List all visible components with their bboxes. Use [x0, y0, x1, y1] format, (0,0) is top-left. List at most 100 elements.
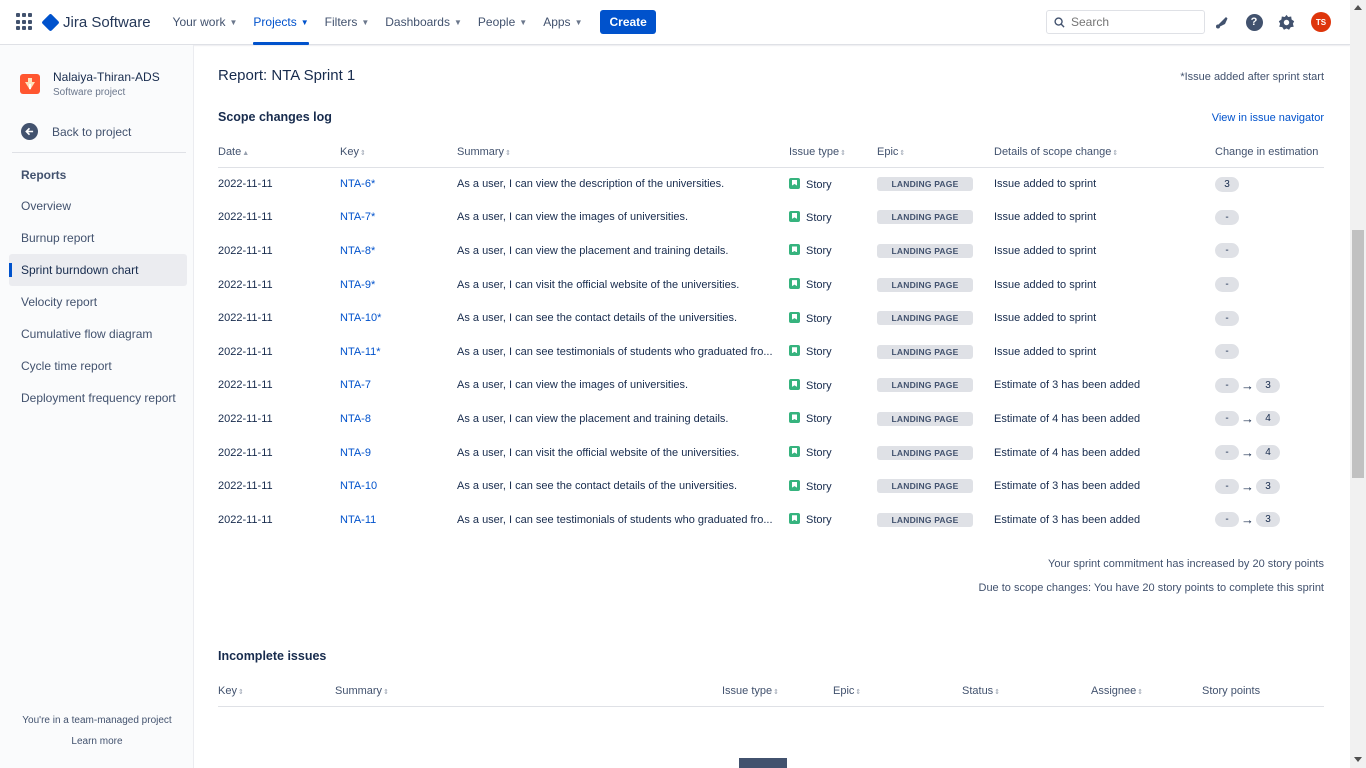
column-label: Assignee [1091, 684, 1137, 697]
column-header-summary[interactable]: Summary⇕ [457, 137, 789, 168]
sidebar-item-deployment-frequency-report[interactable]: Deployment frequency report [9, 382, 187, 414]
story-icon [789, 244, 800, 256]
issue-key-link[interactable]: NTA-9 [340, 447, 371, 459]
nav-apps[interactable]: Apps ▼ [535, 0, 590, 45]
epic-lozenge[interactable]: LANDING PAGE [877, 445, 973, 460]
scroll-down-icon[interactable] [1354, 757, 1362, 762]
scroll-up-icon[interactable] [1354, 5, 1362, 10]
epic-lozenge[interactable]: LANDING PAGE [877, 479, 973, 494]
epic-lozenge[interactable]: LANDING PAGE [877, 378, 973, 393]
key-cell: NTA-7* [340, 201, 457, 235]
epic-lozenge[interactable]: LANDING PAGE [877, 243, 973, 258]
issue-type-cell: Story [789, 234, 877, 268]
project-icon [20, 74, 40, 94]
issue-key-link[interactable]: NTA-9* [340, 279, 375, 291]
column-header-story-points: Story points [1202, 676, 1324, 707]
bell-icon[interactable] [1213, 13, 1231, 31]
issue-key-link[interactable]: NTA-8 [340, 413, 371, 425]
epic-cell: LANDING PAGE [877, 436, 994, 470]
epic-lozenge[interactable]: LANDING PAGE [877, 277, 973, 292]
scroll-thumb[interactable] [1352, 230, 1364, 478]
sidebar-item-overview[interactable]: Overview [9, 190, 187, 222]
epic-lozenge[interactable]: LANDING PAGE [877, 177, 973, 192]
sort-icon: ⇕ [505, 149, 511, 157]
project-header[interactable]: Nalaiya-Thiran-ADS Software project [20, 70, 160, 98]
sidebar-item-sprint-burndown-chart[interactable]: Sprint burndown chart [9, 254, 187, 286]
summary-cell: As a user, I can view the images of univ… [457, 379, 689, 392]
issue-added-note: *Issue added after sprint start [1180, 71, 1324, 83]
column-header-assignee[interactable]: Assignee⇕ [1091, 676, 1202, 707]
column-header-issue-type[interactable]: Issue type⇕ [789, 137, 877, 168]
date-cell: 2022-11-11 [218, 211, 273, 224]
scope-changes-table: Date▲ Key⇕ Summary⇕ Issue type⇕ Epic⇕ De… [218, 137, 1324, 537]
issue-key-link[interactable]: NTA-6* [340, 178, 375, 190]
sidebar-item-label: Cycle time report [21, 359, 112, 373]
column-label: Key [218, 684, 237, 697]
sort-icon: ⇕ [1112, 149, 1119, 157]
issue-key-link[interactable]: NTA-11* [340, 346, 381, 358]
grid-icon[interactable] [16, 13, 34, 31]
jira-logo[interactable]: Jira Software [41, 12, 151, 32]
sidebar-divider [12, 152, 186, 153]
column-header-epic[interactable]: Epic⇕ [833, 676, 962, 707]
sidebar-item-cycle-time-report[interactable]: Cycle time report [9, 350, 187, 382]
sidebar-item-velocity-report[interactable]: Velocity report [9, 286, 187, 318]
page-title: Report: NTA Sprint 1 [218, 67, 356, 84]
column-header-status[interactable]: Status⇕ [962, 676, 1091, 707]
incomplete-issues-table: Key⇕ Summary⇕ Issue type⇕ Epic⇕ Status⇕ … [218, 676, 1324, 707]
nav-projects[interactable]: Projects ▼ [245, 0, 316, 45]
estimate-from: - [1215, 277, 1239, 293]
issue-key-link[interactable]: NTA-11 [340, 514, 376, 526]
learn-more-link[interactable]: Learn more [0, 736, 194, 747]
epic-lozenge[interactable]: LANDING PAGE [877, 210, 973, 225]
page-scrollbar[interactable] [1350, 0, 1366, 768]
issue-key-link[interactable]: NTA-8* [340, 245, 375, 257]
sidebar-item-burnup-report[interactable]: Burnup report [9, 222, 187, 254]
help-glyph: ? [1245, 13, 1263, 31]
table-row: 2022-11-11 NTA-10 As a user, I can see the… [218, 469, 1324, 503]
issue-type-cell: Story [789, 436, 877, 470]
reports-heading: Reports [21, 168, 67, 182]
column-header-summary[interactable]: Summary⇕ [335, 676, 722, 707]
search-input[interactable] [1071, 15, 1191, 29]
issue-key-link[interactable]: NTA-7* [340, 211, 375, 223]
epic-lozenge[interactable]: LANDING PAGE [877, 411, 973, 426]
nav-filters[interactable]: Filters ▼ [317, 0, 378, 45]
estimate-to: 3 [1256, 512, 1280, 528]
sidebar-item-cumulative-flow-diagram[interactable]: Cumulative flow diagram [9, 318, 187, 350]
issue-key-link[interactable]: NTA-7 [340, 379, 371, 391]
arrow-left-icon [21, 123, 38, 140]
gear-icon[interactable] [1277, 13, 1295, 31]
key-cell: NTA-11* [340, 335, 457, 369]
epic-lozenge[interactable]: LANDING PAGE [877, 344, 973, 359]
estimate-from: - [1215, 411, 1239, 427]
create-button[interactable]: Create [600, 10, 656, 34]
avatar[interactable]: TS [1311, 12, 1331, 32]
nav-dashboards[interactable]: Dashboards ▼ [377, 0, 470, 45]
sort-icon: ⇕ [773, 688, 780, 696]
column-header-date[interactable]: Date▲ [218, 137, 340, 168]
details-cell: Estimate of 4 has been added [994, 446, 1141, 459]
nav-your-work[interactable]: Your work ▼ [165, 0, 246, 45]
column-header-issue-type[interactable]: Issue type⇕ [722, 676, 833, 707]
issue-key-link[interactable]: NTA-10* [340, 312, 381, 324]
column-header-key[interactable]: Key⇕ [218, 676, 335, 707]
estimate-from: - [1215, 512, 1239, 528]
back-to-project-link[interactable]: Back to project [21, 123, 131, 140]
issue-key-link[interactable]: NTA-10 [340, 480, 377, 492]
search-field[interactable] [1046, 10, 1205, 34]
nav-people[interactable]: People ▼ [470, 0, 535, 45]
column-header-key[interactable]: Key⇕ [340, 137, 457, 168]
details-cell: Issue added to sprint [994, 178, 1097, 191]
column-header-details[interactable]: Details of scope change⇕ [994, 137, 1215, 168]
logo-text: Jira Software [63, 13, 151, 31]
table-header-row: Key⇕ Summary⇕ Issue type⇕ Epic⇕ Status⇕ … [218, 676, 1324, 707]
help-icon[interactable]: ? [1245, 13, 1263, 31]
epic-lozenge[interactable]: LANDING PAGE [877, 311, 973, 326]
column-header-epic[interactable]: Epic⇕ [877, 137, 994, 168]
estimate-from: - [1215, 445, 1239, 461]
view-in-issue-navigator-link[interactable]: View in issue navigator [1212, 112, 1324, 124]
issue-type-cell: Story [789, 201, 877, 235]
summary-cell: As a user, I can see the contact details… [457, 480, 738, 493]
epic-lozenge[interactable]: LANDING PAGE [877, 512, 973, 527]
